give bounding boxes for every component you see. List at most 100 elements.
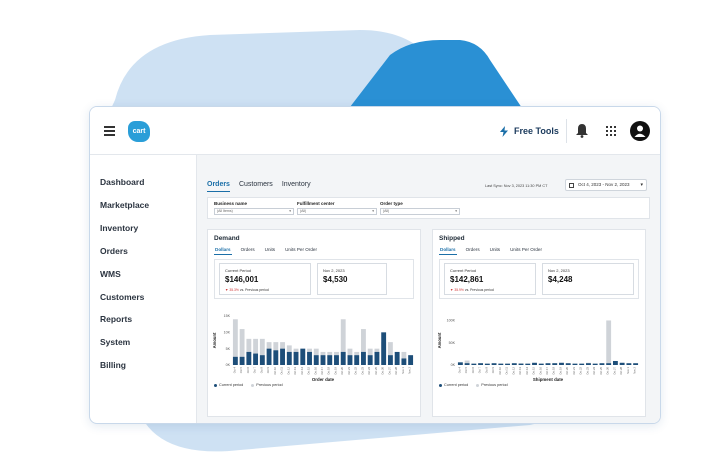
bar-current	[633, 363, 639, 365]
compare-date-card: Nov 2, 2023 $4,248	[542, 263, 634, 295]
subtab-units[interactable]: Units	[489, 247, 501, 255]
bar-current	[394, 351, 400, 365]
bar-current	[538, 363, 544, 365]
x-tick-label: Oct 18	[552, 366, 556, 374]
bar-current	[464, 363, 470, 365]
bar-current	[619, 362, 625, 365]
sidebar-item-wms[interactable]: WMS	[100, 269, 121, 279]
tab-customers[interactable]: Customers	[239, 181, 273, 192]
order-type-select[interactable]: (All) ▾	[380, 208, 460, 215]
last-sync-text: Last Sync: Nov 3, 2023 11:30 PM CT	[485, 184, 548, 188]
bar-current	[572, 363, 578, 365]
sidebar-item-orders[interactable]: Orders	[100, 246, 128, 256]
chevron-down-icon: ▾	[640, 182, 643, 188]
bar-current	[606, 363, 612, 365]
y-axis-label: Amount	[437, 332, 442, 348]
x-tick-label: Oct 6	[246, 366, 250, 373]
filter-business-name: Business name (All Items) ▾	[214, 201, 294, 215]
x-tick-label: Oct 17	[545, 366, 549, 374]
apps-grid-icon[interactable]	[606, 126, 616, 136]
kpi-value: $4,248	[548, 275, 573, 284]
kpi-label: Current Period	[225, 268, 252, 273]
x-tick-label: Oct 14	[300, 366, 304, 374]
bell-icon[interactable]	[575, 123, 589, 138]
date-range-picker[interactable]: Oct 4, 2023 - Nov 2, 2023 ▾	[565, 179, 647, 191]
x-tick-label: Oct 8	[259, 366, 263, 373]
chevron-down-icon: ▾	[372, 209, 374, 213]
x-tick-label: Oct 23	[585, 366, 589, 374]
subtab-units[interactable]: Units	[264, 247, 276, 255]
top-bar: cart Free Tools	[90, 107, 660, 155]
x-tick-label: Nov 2	[633, 366, 637, 373]
delta-value: 35.9%	[454, 288, 464, 292]
bar-current	[327, 355, 333, 365]
bar-current	[579, 363, 585, 365]
current-period-card: Current Period $146,001 ▼ 35.3% vs. Prev…	[219, 263, 311, 295]
legend-previous: Previous period	[251, 383, 283, 387]
subtab-units-per-order[interactable]: Units Per Order	[284, 247, 318, 255]
x-tick-label: Oct 23	[360, 366, 364, 374]
bar-current	[293, 351, 299, 365]
select-value: (All)	[300, 209, 307, 213]
bar-current	[347, 355, 353, 365]
legend-label: Previous period	[481, 383, 508, 387]
x-tick-label: Oct 5	[239, 366, 243, 373]
x-tick-label: Oct 11	[280, 366, 284, 374]
y-axis-label: Amount	[212, 332, 217, 348]
bar-current	[374, 351, 380, 365]
x-axis-label: Order date	[312, 377, 335, 382]
subtab-orders[interactable]: Orders	[465, 247, 481, 255]
x-tick-label: Oct 18	[327, 366, 331, 374]
panel-title: Shipped	[439, 235, 465, 242]
bar-current	[471, 363, 477, 365]
x-tick-label: Oct 25	[374, 366, 378, 374]
x-tick-label: Oct 12	[511, 366, 515, 374]
bar-current	[367, 355, 373, 365]
subtab-units-per-order[interactable]: Units Per Order	[509, 247, 543, 255]
bar-current	[320, 355, 326, 365]
subtab-dollars[interactable]: Dollars	[214, 247, 232, 255]
fulfillment-center-select[interactable]: (All) ▾	[297, 208, 377, 215]
filter-label: Fulfillment center	[297, 201, 335, 206]
calendar-icon	[569, 182, 574, 188]
sidebar-item-system[interactable]: System	[100, 337, 130, 347]
main-content: Orders Customers Inventory Last Sync: No…	[197, 155, 660, 423]
x-tick-label: Oct 15	[307, 366, 311, 374]
sidebar-item-billing[interactable]: Billing	[100, 360, 126, 370]
x-tick-label: Nov 1	[401, 366, 405, 373]
delta-suffix: vs. Previous period	[464, 288, 494, 292]
y-tick-label: 0K	[226, 363, 231, 367]
current-period-card: Current Period $142,861 ▼ 35.9% vs. Prev…	[444, 263, 536, 295]
subtab-orders[interactable]: Orders	[240, 247, 256, 255]
business-name-select[interactable]: (All Items) ▾	[214, 208, 294, 215]
filter-label: Order type	[380, 201, 403, 206]
bar-current	[545, 363, 551, 365]
hamburger-icon[interactable]	[104, 126, 115, 136]
y-tick-label: 100K	[447, 319, 456, 323]
tab-inventory[interactable]: Inventory	[282, 181, 311, 192]
sidebar-item-marketplace[interactable]: Marketplace	[100, 200, 149, 210]
sidebar-item-customers[interactable]: Customers	[100, 292, 144, 302]
bar-current	[307, 351, 312, 365]
bar-current	[232, 356, 238, 365]
x-tick-label: Oct 14	[525, 366, 529, 374]
panel-title: Demand	[214, 235, 240, 242]
filter-label: Business name	[214, 201, 248, 206]
date-range-value: Oct 4, 2023 - Nov 2, 2023	[578, 182, 630, 187]
bar-current	[559, 362, 564, 365]
tab-orders[interactable]: Orders	[207, 181, 230, 192]
sidebar-item-reports[interactable]: Reports	[100, 314, 132, 324]
kpi-row: Current Period $142,861 ▼ 35.9% vs. Prev…	[439, 259, 639, 299]
sidebar-item-dashboard[interactable]: Dashboard	[100, 177, 144, 187]
free-tools-button[interactable]: Free Tools	[500, 124, 559, 138]
sidebar-item-inventory[interactable]: Inventory	[100, 223, 138, 233]
user-avatar-icon[interactable]	[630, 121, 650, 141]
cart-logo[interactable]: cart	[128, 121, 150, 142]
subtab-dollars[interactable]: Dollars	[439, 247, 457, 255]
topbar-divider	[566, 119, 567, 143]
filter-order-type: Order type (All) ▾	[380, 201, 460, 215]
kpi-value: $4,530	[323, 275, 348, 284]
bar-current	[246, 351, 252, 365]
x-tick-label: Oct 26	[381, 366, 385, 374]
x-tick-label: Oct 9	[266, 366, 270, 373]
